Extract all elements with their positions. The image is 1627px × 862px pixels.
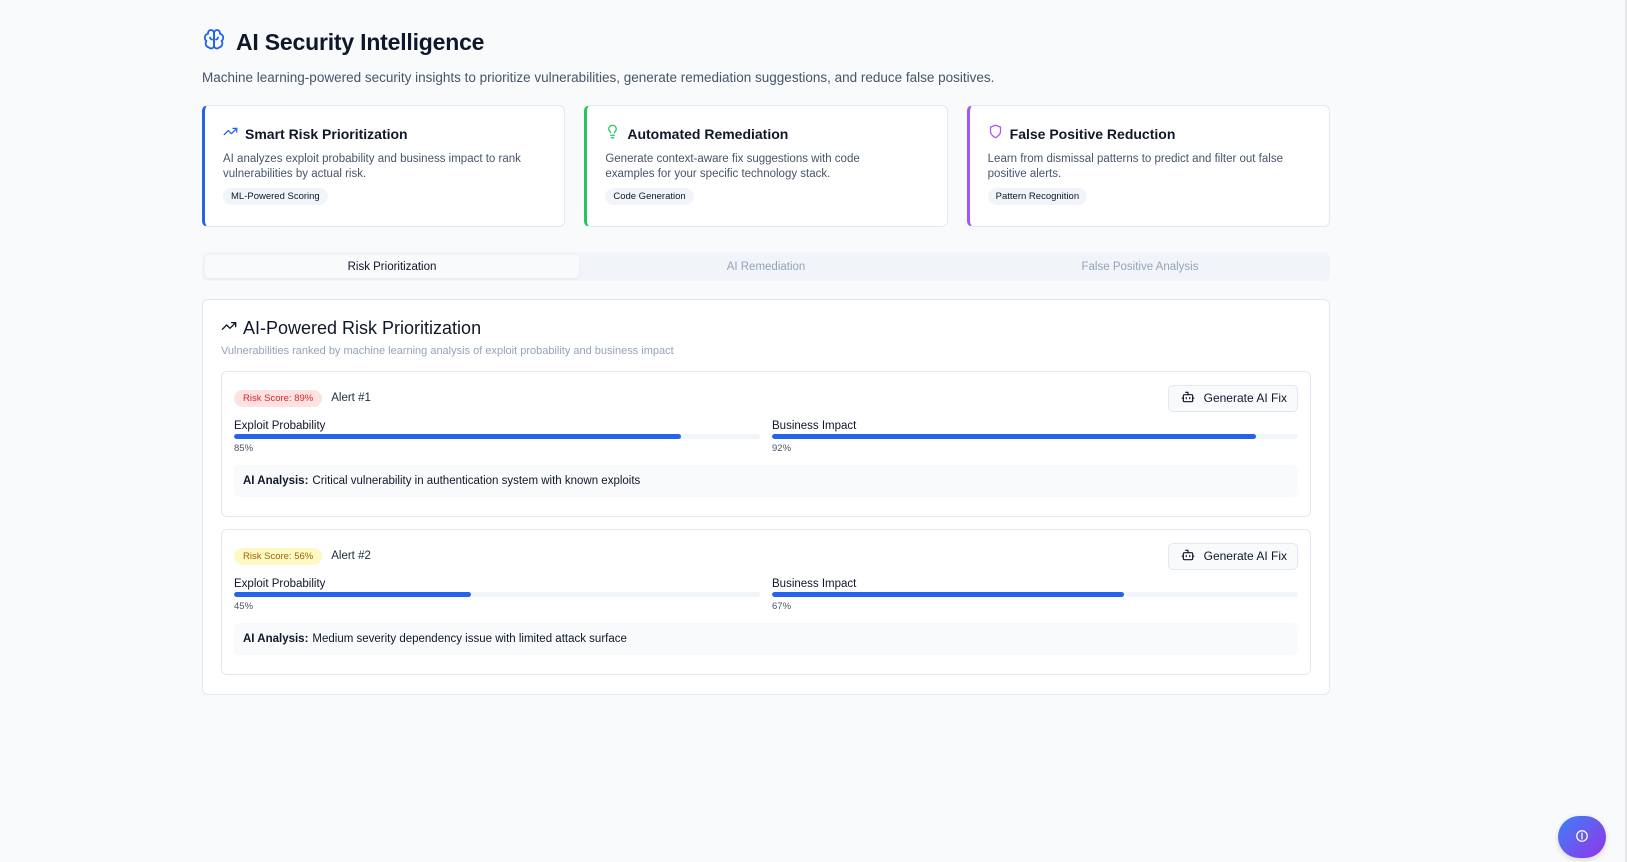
metric-label: Business Impact xyxy=(772,578,857,590)
metric-value: 67% xyxy=(772,601,792,612)
tab-risk-prioritization[interactable]: Risk Prioritization xyxy=(205,255,579,278)
metric-value: 45% xyxy=(234,601,254,612)
alert-id: Alert #2 xyxy=(331,550,371,562)
card-description: Generate context-aware fix suggestions w… xyxy=(605,153,860,180)
tab-false-positive-analysis[interactable]: False Positive Analysis xyxy=(953,255,1327,278)
trending-up-icon xyxy=(223,124,238,144)
progress-bar xyxy=(234,434,760,439)
floating-info-button[interactable] xyxy=(1558,816,1606,858)
generate-ai-fix-button[interactable]: Generate AI Fix xyxy=(1167,384,1298,412)
progress-fill xyxy=(772,434,1256,439)
ai-analysis: AI Analysis: Medium severity dependency … xyxy=(234,623,1298,655)
card-badge: Code Generation xyxy=(605,188,694,205)
card-badge: Pattern Recognition xyxy=(987,188,1088,205)
trending-up-icon xyxy=(221,318,237,339)
analysis-label: AI Analysis: xyxy=(243,633,309,645)
card-description: AI analyzes exploit probability and busi… xyxy=(223,153,521,180)
shield-icon xyxy=(988,124,1003,144)
metric-value: 85% xyxy=(234,443,254,454)
progress-fill xyxy=(234,592,471,597)
card-title: False Positive Reduction xyxy=(1009,126,1176,142)
alert-card: Risk Score: 56% Alert #2 Generate AI Fix… xyxy=(221,529,1311,675)
alert-card: Risk Score: 89% Alert #1 Generate AI Fix… xyxy=(221,371,1311,517)
ai-analysis: AI Analysis: Critical vulnerability in a… xyxy=(234,465,1298,497)
panel-subtitle: Vulnerabilities ranked by machine learni… xyxy=(221,345,674,357)
button-label: Generate AI Fix xyxy=(1203,391,1287,405)
bot-icon xyxy=(1181,548,1195,565)
exploit-probability-metric: Exploit Probability 45% xyxy=(234,578,760,612)
risk-prioritization-panel: AI-Powered Risk Prioritization Vulnerabi… xyxy=(202,299,1330,695)
progress-bar xyxy=(772,592,1298,597)
progress-fill xyxy=(772,592,1125,597)
page-header: AI Security Intelligence xyxy=(202,26,1330,58)
analysis-text: Critical vulnerability in authentication… xyxy=(312,475,641,487)
business-impact-metric: Business Impact 92% xyxy=(772,420,1298,454)
analysis-label: AI Analysis: xyxy=(243,475,309,487)
business-impact-metric: Business Impact 67% xyxy=(772,578,1298,612)
analysis-text: Medium severity dependency issue with li… xyxy=(312,633,627,645)
progress-bar xyxy=(772,434,1298,439)
feature-cards: Smart Risk Prioritization AI analyzes ex… xyxy=(202,105,1330,227)
brain-icon xyxy=(202,28,226,57)
metric-value: 92% xyxy=(772,443,792,454)
progress-bar xyxy=(234,592,760,597)
metric-label: Exploit Probability xyxy=(234,578,326,590)
page-title: AI Security Intelligence xyxy=(236,28,485,55)
metric-label: Exploit Probability xyxy=(234,420,326,432)
risk-score-badge: Risk Score: 56% xyxy=(234,547,323,565)
feature-card-risk-prioritization: Smart Risk Prioritization AI analyzes ex… xyxy=(202,105,566,227)
button-label: Generate AI Fix xyxy=(1203,549,1287,563)
panel-title: AI-Powered Risk Prioritization xyxy=(243,318,482,338)
bot-icon xyxy=(1181,390,1195,407)
lightbulb-icon xyxy=(605,124,620,144)
tab-ai-remediation[interactable]: AI Remediation xyxy=(579,255,953,278)
card-description: Learn from dismissal patterns to predict… xyxy=(987,153,1283,180)
page-subtitle: Machine learning-powered security insigh… xyxy=(202,70,995,85)
tab-list: Risk Prioritization AI Remediation False… xyxy=(202,252,1330,281)
alert-id: Alert #1 xyxy=(331,392,371,404)
card-badge: ML-Powered Scoring xyxy=(223,188,328,205)
metric-label: Business Impact xyxy=(772,420,857,432)
card-title: Smart Risk Prioritization xyxy=(245,126,408,142)
progress-fill xyxy=(234,434,682,439)
risk-score-badge: Risk Score: 89% xyxy=(234,389,323,407)
main-container: AI Security Intelligence Machine learnin… xyxy=(202,26,1330,695)
info-icon xyxy=(1575,829,1589,846)
feature-card-false-positive-reduction: False Positive Reduction Learn from dism… xyxy=(966,105,1330,227)
card-title: Automated Remediation xyxy=(627,126,789,142)
feature-card-automated-remediation: Automated Remediation Generate context-a… xyxy=(584,105,948,227)
exploit-probability-metric: Exploit Probability 85% xyxy=(234,420,760,454)
generate-ai-fix-button[interactable]: Generate AI Fix xyxy=(1167,542,1298,570)
